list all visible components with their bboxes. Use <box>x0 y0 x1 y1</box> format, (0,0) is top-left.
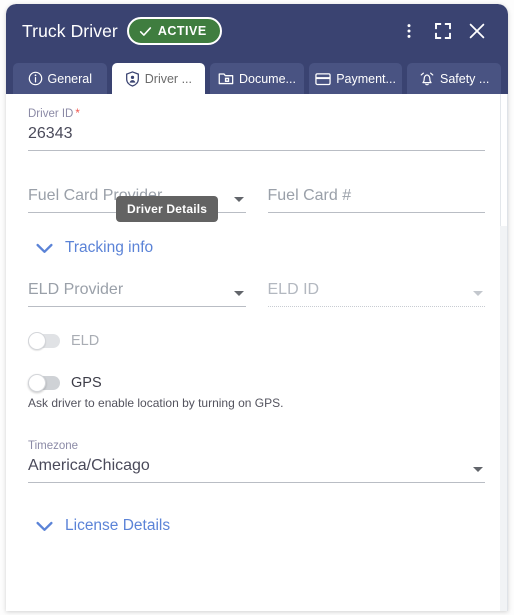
tab-payments[interactable]: Payment... <box>308 63 403 94</box>
timezone-group: Timezone America/Chicago <box>28 440 485 483</box>
timezone-label: Timezone <box>28 440 79 452</box>
timezone-select[interactable]: America/Chicago <box>28 455 485 483</box>
tab-safety[interactable]: Safety ... <box>407 63 501 94</box>
eld-provider-placeholder: ELD Provider <box>28 281 124 298</box>
tab-bar: General Driver ... Docume... Payment... … <box>6 58 508 94</box>
gps-toggle-knob <box>28 374 46 392</box>
driver-details-form: Driver ID * 26343 Fuel Card Provider Fuel… <box>6 94 507 611</box>
close-button[interactable] <box>460 14 494 48</box>
dialog-body: Driver ID * 26343 Fuel Card Provider Fuel… <box>6 94 508 611</box>
dialog-header-bar: Truck Driver ACTIVE <box>6 4 508 58</box>
status-badge-label: ACTIVE <box>157 24 207 38</box>
chevron-down-icon <box>233 197 244 202</box>
gps-toggle-row: GPS <box>28 374 485 392</box>
eld-toggle[interactable] <box>28 332 60 350</box>
fullscreen-button[interactable] <box>426 14 460 48</box>
eld-provider-select[interactable]: ELD Provider <box>28 279 246 307</box>
folder-document-icon <box>218 73 234 85</box>
close-icon <box>469 23 485 39</box>
eld-toggle-knob <box>28 332 46 350</box>
tracking-info-label: Tracking info <box>65 239 154 256</box>
license-details-section-header[interactable]: License Details <box>28 517 485 535</box>
required-asterisk: * <box>75 108 80 120</box>
shield-person-icon <box>125 70 139 87</box>
tab-driver-details[interactable]: Driver ... <box>111 63 206 94</box>
fullscreen-icon <box>435 23 451 39</box>
fuel-card-number-placeholder: Fuel Card # <box>267 187 352 204</box>
driver-id-group: Driver ID * 26343 <box>28 108 485 151</box>
driver-id-label-text: Driver ID <box>28 108 74 120</box>
credit-card-icon <box>315 72 331 85</box>
gps-toggle-group: GPS Ask driver to enable location by tur… <box>28 374 485 410</box>
check-icon <box>139 26 151 36</box>
fuel-card-row: Fuel Card Provider Fuel Card # <box>28 185 485 213</box>
gps-toggle-label: GPS <box>71 375 102 391</box>
tab-documents-label: Docume... <box>239 71 296 86</box>
eld-row: ELD Provider ELD ID <box>28 279 485 307</box>
driver-id-value: 26343 <box>28 125 73 142</box>
app-root: Truck Driver ACTIVE General Driver ... D… <box>0 0 514 615</box>
dialog-title: Truck Driver <box>22 20 118 41</box>
gps-helper-text: Ask driver to enable location by turning… <box>28 396 284 410</box>
chevron-down-icon <box>36 521 53 531</box>
tab-driver-details-label: Driver ... <box>144 71 192 86</box>
chevron-down-icon <box>233 291 244 296</box>
tab-payments-label: Payment... <box>336 71 396 86</box>
tab-documents[interactable]: Docume... <box>210 63 304 94</box>
timezone-value: America/Chicago <box>28 457 150 474</box>
tracking-info-section-header[interactable]: Tracking info <box>28 239 485 257</box>
eld-toggle-row: ELD <box>28 332 485 350</box>
driver-id-input[interactable]: 26343 <box>28 123 485 151</box>
driver-details-tooltip: Driver Details <box>116 196 219 222</box>
driver-id-label: Driver ID * <box>28 108 485 120</box>
fuel-card-number-input[interactable]: Fuel Card # <box>267 185 485 213</box>
kebab-menu-icon <box>407 24 411 38</box>
driver-details-dialog: Truck Driver ACTIVE General Driver ... D… <box>6 4 508 611</box>
chevron-down-icon <box>473 467 483 472</box>
status-badge: ACTIVE <box>126 17 222 45</box>
more-options-button[interactable] <box>392 14 426 48</box>
tab-general-label: General <box>47 71 93 86</box>
chevron-down-icon <box>473 291 483 296</box>
license-details-label: License Details <box>65 517 171 534</box>
eld-toggle-label: ELD <box>71 333 100 349</box>
eld-id-placeholder: ELD ID <box>267 281 320 298</box>
alarm-bell-icon <box>420 72 434 85</box>
eld-id-select: ELD ID <box>267 279 485 307</box>
dialog-header: Truck Driver ACTIVE General Driver ... D… <box>6 4 508 94</box>
gps-toggle[interactable] <box>28 374 60 392</box>
chevron-down-icon <box>36 243 53 253</box>
info-circle-icon <box>28 71 42 86</box>
tab-safety-label: Safety ... <box>440 71 490 86</box>
tab-general[interactable]: General <box>13 63 107 94</box>
